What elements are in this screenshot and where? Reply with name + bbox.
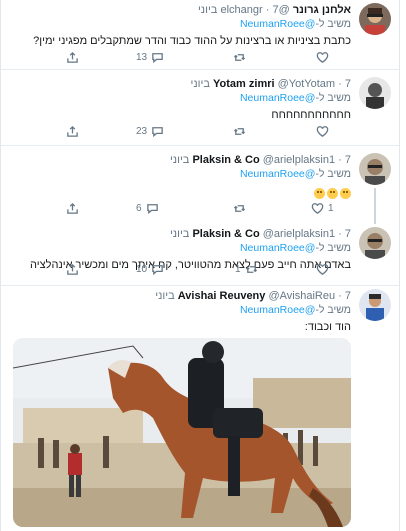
- avatar[interactable]: [359, 153, 391, 185]
- author-handle[interactable]: @arielplaksin1: [263, 228, 335, 240]
- tweet-header: Plaksin & Co @arielplaksin1 · 7 ביוני: [11, 227, 351, 241]
- heart-icon: [311, 202, 324, 214]
- comment-icon: [146, 203, 158, 214]
- like-action[interactable]: 1: [311, 201, 334, 215]
- replying-to-label: משיב ל-: [315, 18, 351, 30]
- tweet-text: חחחחחחחחחחח: [271, 109, 351, 121]
- rofl-emoji-icon: [314, 187, 325, 199]
- heart-icon: [316, 125, 329, 137]
- separator-dot: ·: [338, 154, 342, 166]
- author-name[interactable]: אלחנן גרונר: [293, 4, 351, 16]
- reply-action[interactable]: 23: [136, 124, 164, 138]
- author-name[interactable]: Plaksin & Co: [192, 154, 259, 166]
- tweet-actions: 6 1: [1, 201, 399, 215]
- separator-dot: ·: [338, 290, 342, 302]
- reply-action[interactable]: 13: [136, 50, 164, 64]
- tweet-text: [11, 186, 351, 201]
- tweet-header: Avishai Reuveny @AvishaiReu · 7 ביוני: [11, 289, 351, 303]
- reply-action[interactable]: 10: [136, 262, 164, 276]
- share-icon: [67, 125, 78, 137]
- reply-count: 13: [136, 51, 148, 63]
- comment-icon: [152, 52, 163, 63]
- author-handle[interactable]: @AvishaiReu: [268, 290, 335, 302]
- tweet-header: Yotam zimri @YotYotam · 7 ביוני: [11, 77, 351, 91]
- separator-dot: ·: [338, 78, 342, 90]
- reply-tweet[interactable]: Yotam zimri @YotYotam · 7 ביוני משיב ל-@…: [1, 70, 399, 146]
- author-handle[interactable]: @YotYotam: [278, 78, 335, 90]
- mention-link[interactable]: @NeumanRoee: [240, 168, 315, 180]
- reply-count: 10: [136, 263, 148, 275]
- retweet-action[interactable]: 1: [235, 262, 258, 276]
- retweet-count: 1: [235, 263, 241, 275]
- like-action[interactable]: [316, 124, 329, 138]
- separator-dot: ·: [338, 228, 342, 240]
- author-name[interactable]: Yotam zimri: [213, 78, 275, 90]
- replying-to: משיב ל-@NeumanRoee: [11, 167, 351, 181]
- reply-count: 6: [136, 202, 142, 214]
- share-icon: [67, 51, 78, 63]
- share-icon: [67, 263, 78, 275]
- reply-count: 23: [136, 125, 148, 137]
- avatar[interactable]: [359, 289, 391, 321]
- share-action[interactable]: [66, 124, 79, 138]
- author-name[interactable]: Avishai Reuveny: [178, 290, 266, 302]
- mention-link[interactable]: @NeumanRoee: [240, 92, 315, 104]
- comment-icon: [152, 264, 163, 275]
- author-name[interactable]: Plaksin & Co: [192, 228, 259, 240]
- replies-timeline: אלחנן גרונר @elchangr · 7 ביוני משיב ל-@…: [0, 0, 400, 531]
- retweet-action[interactable]: [233, 50, 246, 64]
- reply-action[interactable]: 6: [136, 201, 159, 215]
- tweet-actions: 23: [1, 124, 399, 138]
- replying-to: משיב ל-@NeumanRoee: [11, 241, 351, 255]
- reply-tweet[interactable]: אלחנן גרונר @elchangr · 7 ביוני משיב ל-@…: [1, 0, 399, 70]
- like-action[interactable]: [316, 262, 329, 276]
- comment-icon: [152, 126, 163, 137]
- retweet-action[interactable]: [233, 124, 246, 138]
- rofl-emoji-icon: [327, 187, 338, 199]
- replying-to: משיב ל-@NeumanRoee: [11, 17, 351, 31]
- tweet-header: אלחנן גרונר @elchangr · 7 ביוני: [11, 3, 351, 17]
- heart-icon: [316, 51, 329, 63]
- avatar[interactable]: [359, 77, 391, 109]
- mention-link[interactable]: @NeumanRoee: [240, 304, 315, 316]
- tweet-text: כתבת בציניות או ברצינות על ההוד כבוד והד…: [33, 35, 351, 47]
- mounted-police-photo: [13, 338, 351, 527]
- replying-to-label: משיב ל-: [315, 92, 351, 104]
- tweet-actions: 13: [1, 50, 399, 64]
- replying-to-label: משיב ל-: [315, 242, 351, 254]
- share-icon: [67, 202, 78, 214]
- retweet-action[interactable]: [233, 201, 246, 215]
- avatar[interactable]: [359, 3, 391, 35]
- replying-to: משיב ל-@NeumanRoee: [11, 303, 351, 317]
- retweet-icon: [233, 53, 246, 61]
- share-action[interactable]: [66, 50, 79, 64]
- share-action[interactable]: [66, 201, 79, 215]
- tweet-text: הוד וכבוד:: [304, 321, 351, 333]
- replying-to-label: משיב ל-: [315, 168, 351, 180]
- reply-tweet[interactable]: Plaksin & Co @arielplaksin1 · 7 ביוני מש…: [1, 224, 399, 286]
- rofl-emoji-icon: [340, 187, 351, 199]
- share-action[interactable]: [66, 262, 79, 276]
- tweet-header: Plaksin & Co @arielplaksin1 · 7 ביוני: [11, 153, 351, 167]
- retweet-icon: [245, 265, 257, 273]
- reply-tweet[interactable]: Plaksin & Co @arielplaksin1 · 7 ביוני מש…: [1, 146, 399, 224]
- avatar[interactable]: [359, 227, 391, 259]
- tweet-actions: 10 1: [1, 262, 399, 276]
- author-handle[interactable]: @elchangr: [220, 4, 289, 16]
- author-handle[interactable]: @arielplaksin1: [263, 154, 335, 166]
- retweet-icon: [233, 204, 246, 212]
- mention-link[interactable]: @NeumanRoee: [240, 242, 315, 254]
- like-action[interactable]: [316, 50, 329, 64]
- replying-to-label: משיב ל-: [315, 304, 351, 316]
- tweet-photo[interactable]: [13, 338, 351, 527]
- replying-to: משיב ל-@NeumanRoee: [11, 91, 351, 105]
- separator-dot: ·: [265, 4, 270, 16]
- retweet-icon: [233, 127, 246, 135]
- like-count: 1: [328, 202, 334, 214]
- heart-icon: [316, 263, 329, 275]
- mention-link[interactable]: @NeumanRoee: [240, 18, 315, 30]
